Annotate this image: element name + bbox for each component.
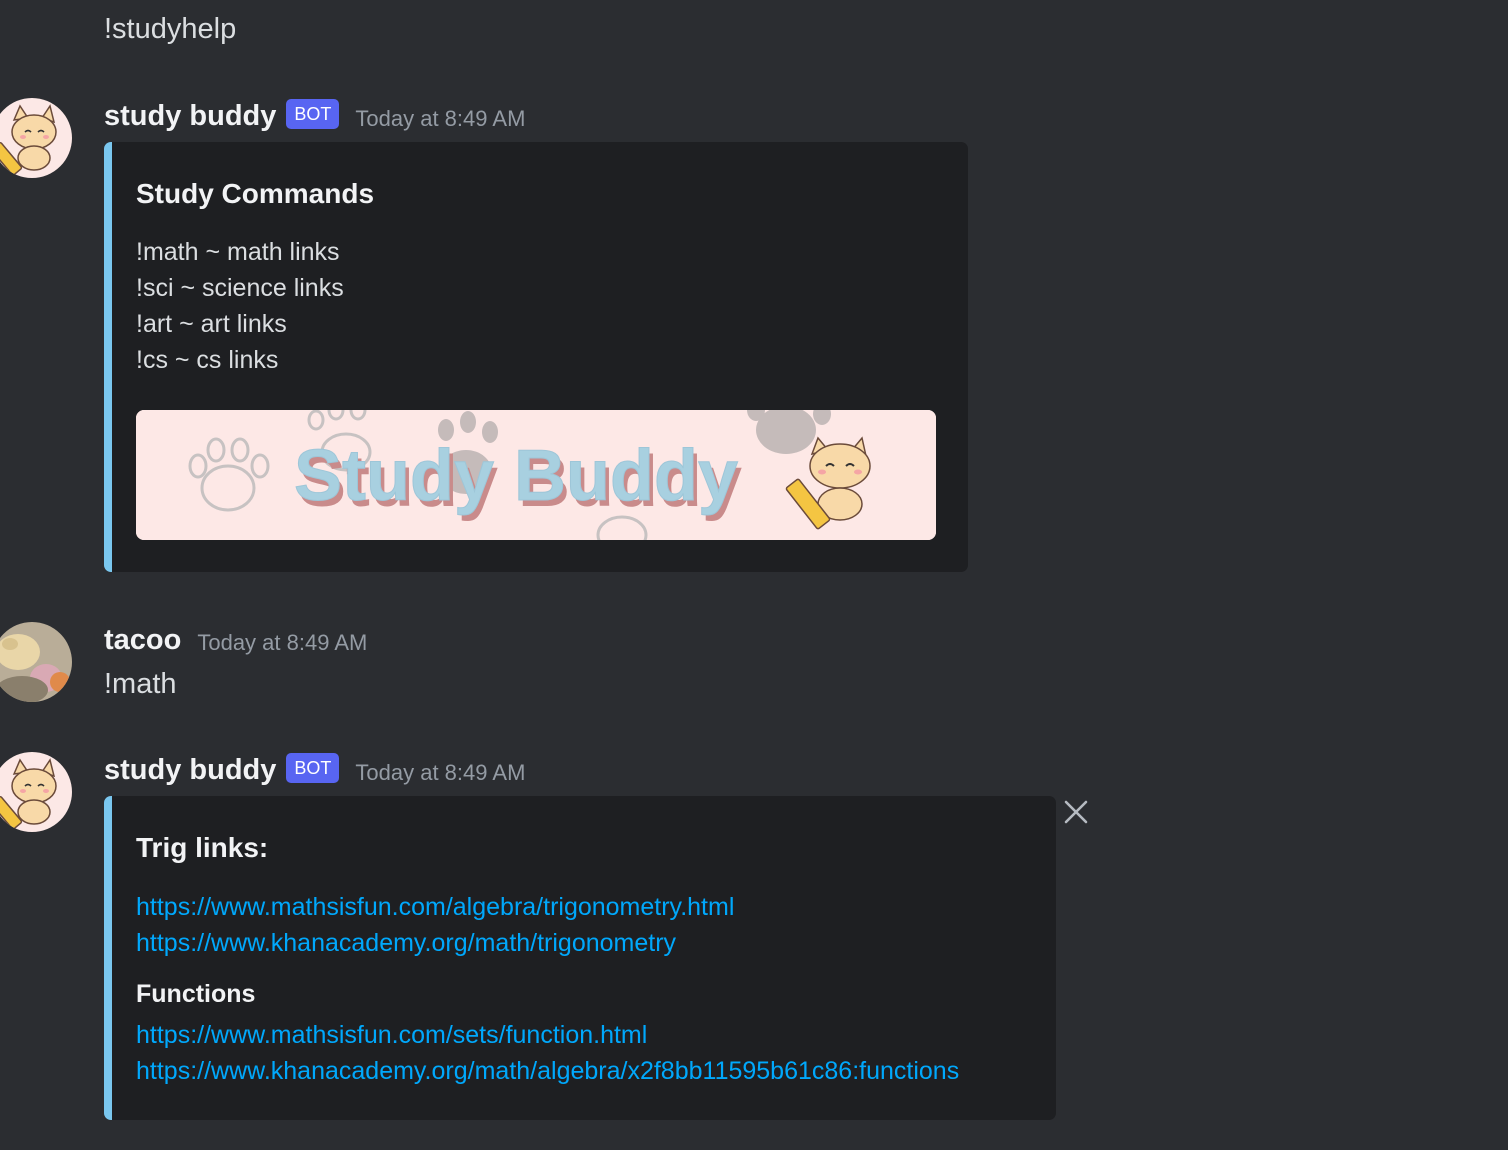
command-line-sci: !sci ~ science links [136, 274, 344, 302]
bot-username[interactable]: study buddy [104, 100, 276, 133]
bot-avatar[interactable] [0, 98, 72, 178]
study-commands-embed: Study Commands !math ~ math links !sci ~… [104, 142, 968, 572]
command-line-art: !art ~ art links [136, 310, 287, 338]
command-line-cs: !cs ~ cs links [136, 346, 279, 374]
message-timestamp: Today at 8:49 AM [355, 106, 526, 131]
message-text-math: !math [104, 668, 177, 700]
message-timestamp: Today at 8:49 AM [197, 630, 368, 655]
embed-title: Study Commands [136, 178, 375, 209]
bot-message-header: study buddy BOT Today at 8:49 AM [104, 96, 525, 136]
bot-avatar[interactable] [0, 752, 72, 832]
close-embed-button[interactable] [1060, 796, 1092, 828]
user-message-header: tacoo Today at 8:49 AM [104, 620, 367, 660]
cat-avatar-icon [0, 98, 72, 178]
banner-title: Study Buddy [294, 436, 738, 516]
user-username[interactable]: tacoo [104, 624, 181, 657]
message-text-studyhelp: !studyhelp [104, 13, 237, 45]
user-avatar[interactable] [0, 622, 72, 702]
chat-area: !studyhelp study buddy BOT Today at 8:49… [0, 0, 1508, 1150]
link-khanacademy-trig[interactable]: https://www.khanacademy.org/math/trigono… [136, 925, 676, 961]
bot-badge: BOT [286, 99, 340, 129]
cat-avatar-icon [0, 752, 72, 832]
close-icon [1064, 800, 1088, 824]
link-khanacademy-functions[interactable]: https://www.khanacademy.org/math/algebra… [136, 1053, 959, 1089]
message-timestamp: Today at 8:49 AM [355, 760, 526, 785]
link-mathsisfun-functions[interactable]: https://www.mathsisfun.com/sets/function… [136, 1017, 647, 1053]
bot-username[interactable]: study buddy [104, 754, 276, 787]
banner-graphic: Study Buddy Study Buddy [136, 410, 936, 540]
embed-title: Trig links: [136, 832, 269, 863]
bot-badge: BOT [286, 753, 340, 783]
field-name-functions: Functions [136, 980, 256, 1008]
study-buddy-banner-image[interactable]: Study Buddy Study Buddy [136, 410, 936, 540]
bot-message-header: study buddy BOT Today at 8:49 AM [104, 750, 525, 790]
animals-avatar-icon [0, 622, 72, 702]
link-mathsisfun-trig[interactable]: https://www.mathsisfun.com/algebra/trigo… [136, 889, 734, 925]
math-links-embed: Trig links: https://www.mathsisfun.com/a… [104, 796, 1056, 1120]
command-line-math: !math ~ math links [136, 238, 340, 266]
